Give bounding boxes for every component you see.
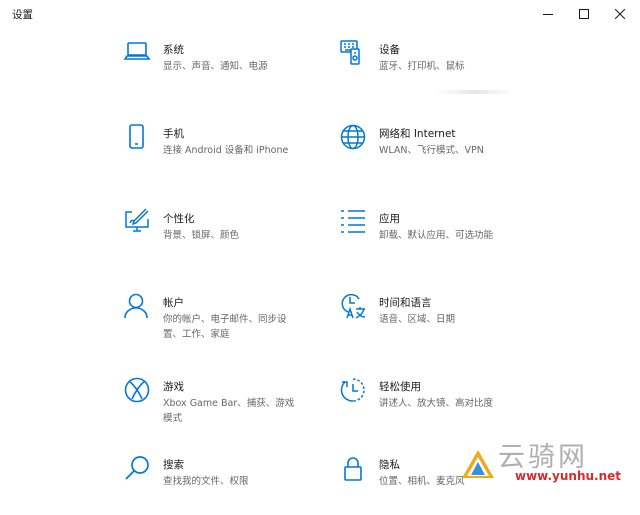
tile-label: 搜索 — [163, 459, 184, 471]
tile-label: 应用 — [379, 213, 400, 225]
tile-description: 你的帐户、电子邮件、同步设置、工作、家庭 — [163, 314, 287, 340]
tile-description: WLAN、飞行模式、VPN — [379, 145, 484, 156]
tile-accounts[interactable]: 帐户 你的帐户、电子邮件、同步设置、工作、家庭 — [124, 293, 324, 353]
laptop-icon — [123, 40, 151, 66]
tile-description: 卸载、默认应用、可选功能 — [379, 230, 494, 241]
globe-icon — [340, 124, 366, 150]
tile-gaming[interactable]: 游戏 Xbox Game Bar、捕获、游戏模式 — [124, 377, 324, 437]
tile-time-language[interactable]: 时间和语言 语音、区域、日期 — [340, 293, 540, 353]
minimize-icon — [543, 14, 553, 15]
app-list-icon — [340, 209, 366, 235]
tile-label: 游戏 — [163, 381, 184, 393]
tile-description: Xbox Game Bar、捕获、游戏模式 — [163, 398, 295, 424]
tile-ease-of-access[interactable]: 轻松使用 讲述人、放大镜、高对比度 — [340, 377, 540, 437]
tile-label: 时间和语言 — [379, 297, 432, 309]
tile-description: 连接 Android 设备和 iPhone — [163, 145, 289, 156]
tile-description: 背景、锁屏、颜色 — [163, 230, 240, 241]
paint-monitor-icon — [124, 208, 150, 235]
title-bar: 设置 — [0, 0, 640, 28]
tile-description: 位置、相机、麦克风 — [379, 476, 465, 487]
search-icon — [124, 455, 150, 481]
tile-label: 轻松使用 — [379, 381, 421, 393]
tile-label: 设备 — [379, 44, 400, 56]
tile-system[interactable]: 系统 显示、声音、通知、电源 — [123, 40, 324, 100]
tile-label: 帐户 — [163, 297, 184, 309]
clock-language-icon — [340, 293, 366, 319]
tile-network[interactable]: 网络和 Internet WLAN、飞行模式、VPN — [340, 124, 540, 184]
tile-label: 手机 — [163, 128, 184, 140]
tile-description: 讲述人、放大镜、高对比度 — [379, 398, 494, 409]
lock-icon — [340, 455, 366, 481]
close-button[interactable] — [597, 0, 640, 28]
ease-of-access-icon — [340, 377, 366, 403]
tile-description: 蓝牙、打印机、鼠标 — [379, 61, 465, 72]
person-icon — [124, 293, 150, 319]
xbox-icon — [124, 377, 150, 403]
watermark-logo-icon — [460, 448, 496, 486]
tile-label: 网络和 Internet — [379, 128, 456, 140]
tile-description: 语音、区域、日期 — [379, 314, 456, 325]
tile-label: 隐私 — [379, 459, 400, 471]
maximize-icon — [579, 9, 589, 19]
watermark-url: www.yunhu.net — [515, 469, 622, 483]
tile-devices[interactable]: 设备 蓝牙、打印机、鼠标 — [340, 40, 540, 100]
tile-description: 显示、声音、通知、电源 — [163, 61, 268, 72]
tile-label: 系统 — [163, 44, 184, 56]
tile-personalization[interactable]: 个性化 背景、锁屏、颜色 — [124, 208, 324, 269]
tile-apps[interactable]: 应用 卸载、默认应用、可选功能 — [340, 209, 540, 269]
window-title: 设置 — [12, 9, 33, 21]
tile-label: 个性化 — [163, 213, 195, 225]
tile-description: 查找我的文件、权限 — [163, 476, 249, 487]
phone-icon — [124, 124, 150, 150]
tile-phone[interactable]: 手机 连接 Android 设备和 iPhone — [124, 124, 324, 184]
keyboard-device-icon — [340, 40, 366, 66]
tile-search[interactable]: 搜索 查找我的文件、权限 — [124, 455, 324, 515]
close-icon — [615, 9, 625, 19]
